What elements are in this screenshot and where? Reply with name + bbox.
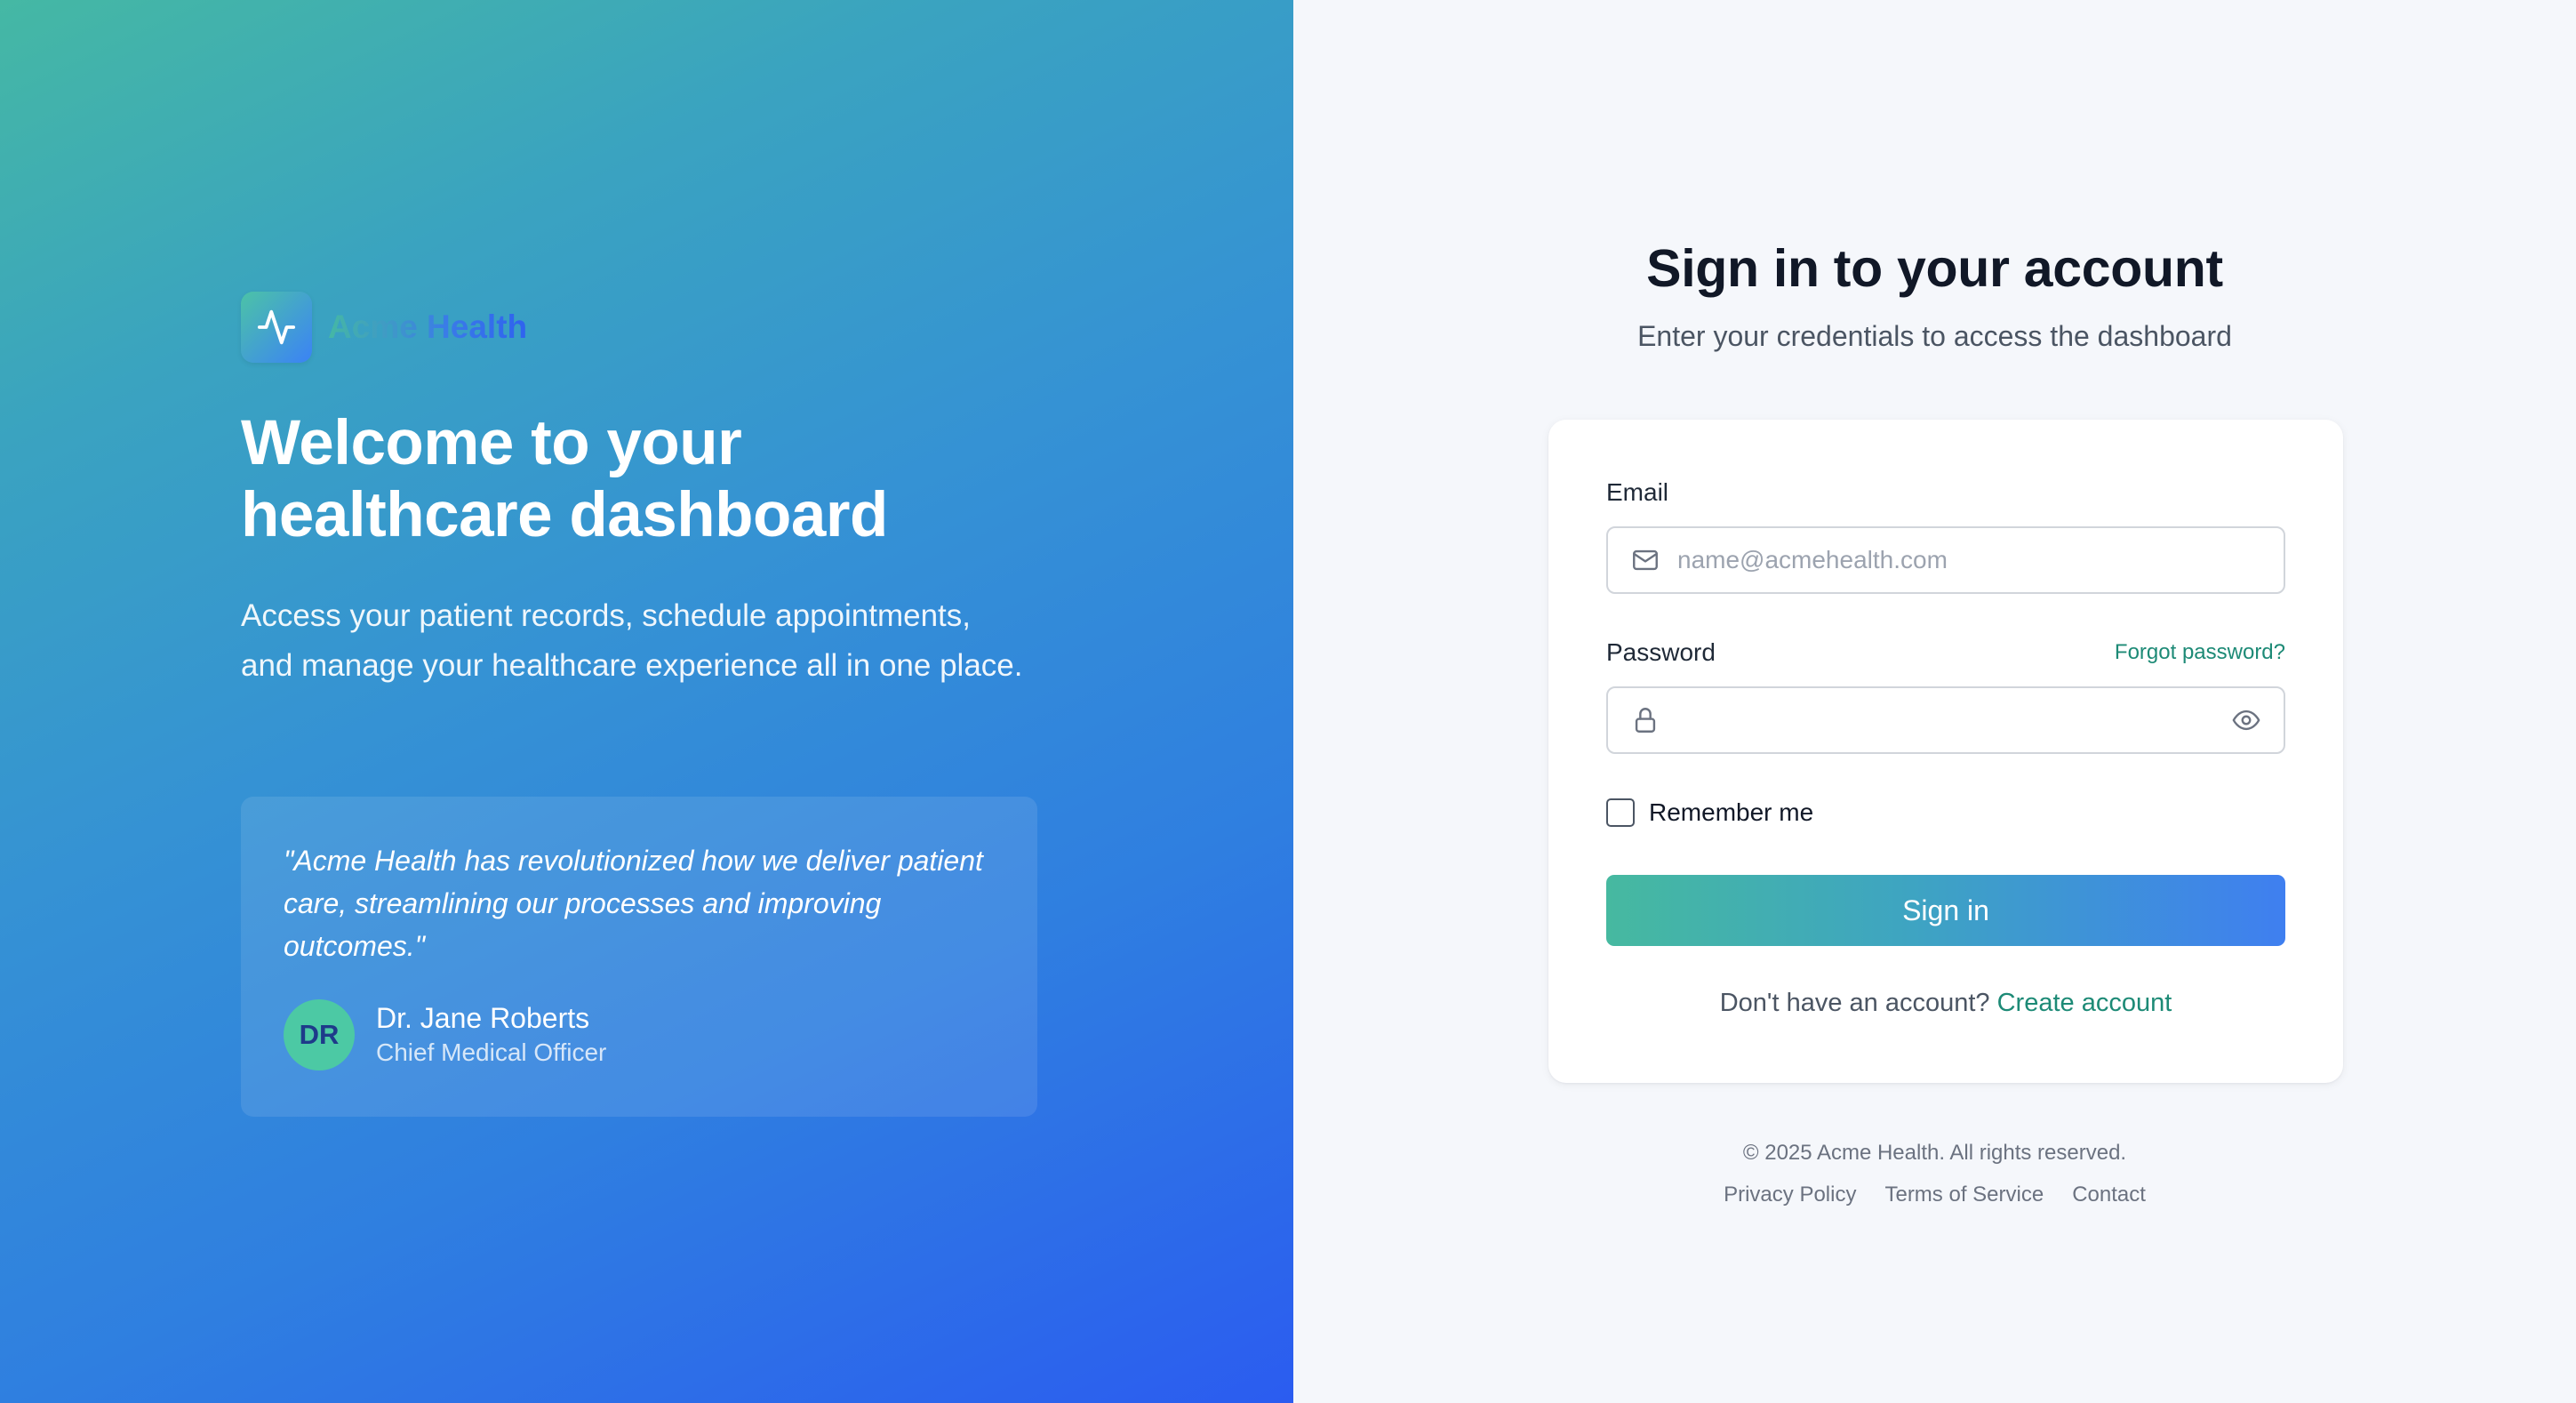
- contact-link[interactable]: Contact: [2072, 1183, 2146, 1207]
- activity-pulse-icon: [241, 292, 312, 363]
- terms-of-service-link[interactable]: Terms of Service: [1884, 1183, 2044, 1207]
- password-field[interactable]: [1677, 688, 2228, 752]
- page-subtitle: Enter your credentials to access the das…: [1637, 320, 2232, 352]
- author-name: Dr. Jane Roberts: [376, 1002, 590, 1034]
- remember-me[interactable]: Remember me: [1606, 798, 1813, 827]
- signup-prompt: Don't have an account? Create account: [1548, 989, 2343, 1018]
- hero-title-line1: Welcome to your: [241, 408, 742, 478]
- hero-description: Access your patient records, schedule ap…: [241, 598, 1023, 683]
- forgot-password-link[interactable]: Forgot password?: [2115, 640, 2285, 665]
- brand-name: Acme Health: [328, 309, 528, 345]
- mail-icon: [1629, 544, 1661, 576]
- eye-icon[interactable]: [2228, 702, 2264, 738]
- author-info: Dr. Jane Roberts Chief Medical Officer: [376, 1000, 606, 1070]
- hero-title: Welcome to your healthcare dashboard: [241, 407, 1041, 551]
- email-field-wrapper: [1606, 526, 2285, 594]
- footer-links: Privacy Policy Terms of Service Contact: [1293, 1183, 2576, 1207]
- copyright: © 2025 Acme Health. All rights reserved.: [1742, 1141, 2127, 1165]
- remember-me-label: Remember me: [1649, 798, 1814, 826]
- lock-icon: [1629, 704, 1661, 736]
- password-label: Password: [1606, 638, 1716, 666]
- signin-button[interactable]: Sign in: [1606, 875, 2285, 946]
- remember-me-checkbox[interactable]: [1606, 798, 1635, 827]
- author-role: Chief Medical Officer: [376, 1038, 607, 1066]
- avatar: DR: [284, 999, 355, 1070]
- testimonial-author: DR Dr. Jane Roberts Chief Medical Office…: [284, 999, 606, 1070]
- signin-card: Email Password Forgot password?: [1548, 420, 2343, 1083]
- testimonial-card: "Acme Health has revolutionized how we d…: [241, 797, 1037, 1117]
- email-field[interactable]: [1677, 528, 2228, 592]
- brand: Acme Health: [241, 292, 527, 363]
- email-label: Email: [1606, 478, 1669, 506]
- hero-panel: Acme Health Welcome to your healthcare d…: [0, 0, 1293, 1403]
- create-account-link[interactable]: Create account: [1997, 989, 2172, 1017]
- signin-panel: Sign in to your account Enter your crede…: [1293, 0, 2576, 1403]
- page-title: Sign in to your account: [1646, 239, 2223, 298]
- testimonial-quote: "Acme Health has revolutionized how we d…: [284, 845, 983, 962]
- hero-title-line2: healthcare dashboard: [241, 480, 888, 550]
- privacy-policy-link[interactable]: Privacy Policy: [1724, 1183, 1856, 1207]
- password-field-wrapper: [1606, 686, 2285, 754]
- signup-prompt-text: Don't have an account?: [1719, 989, 1990, 1017]
